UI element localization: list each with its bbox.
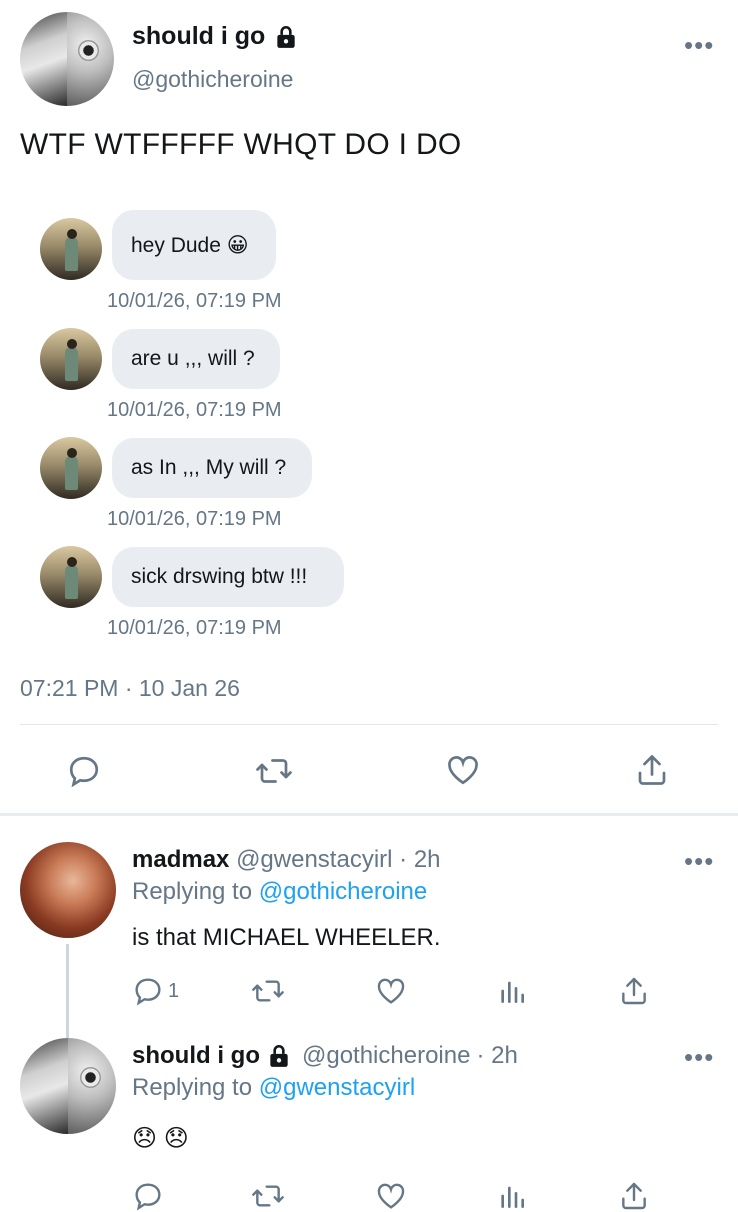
like-icon[interactable] xyxy=(374,975,408,1007)
reply-icon[interactable] xyxy=(66,753,102,789)
replying-to: Replying to @gothicheroine xyxy=(132,878,427,906)
like-icon[interactable] xyxy=(374,1180,408,1212)
reply-text: is that MICHAEL WHEELER. xyxy=(132,924,441,951)
replying-to-link[interactable]: @gothicheroine xyxy=(259,878,427,905)
reply-count: 1 xyxy=(168,979,180,1002)
analytics-icon[interactable] xyxy=(496,975,528,1007)
lock-icon xyxy=(273,24,299,50)
reply-display-name[interactable]: madmax xyxy=(132,846,229,873)
tweet-text: WTF WTFFFFF WHQT DO I DO xyxy=(20,128,462,161)
dm-timestamp: 10/01/26, 07:19 PM xyxy=(107,399,282,421)
dm-timestamp: 10/01/26, 07:19 PM xyxy=(107,617,282,639)
replying-to-prefix: Replying to xyxy=(132,878,253,905)
thread-line xyxy=(66,944,69,1039)
tweet-timestamp[interactable]: 07:21 PM · 10 Jan 26 xyxy=(20,675,240,702)
lock-icon xyxy=(266,1043,292,1069)
reply-header: madmax @gwenstacyirl · 2h xyxy=(132,846,441,874)
retweet-icon[interactable] xyxy=(250,975,286,1007)
reply-age: · 2h xyxy=(399,846,441,873)
dm-message: hey Dude 😀 xyxy=(112,210,276,280)
reply-avatar[interactable] xyxy=(20,1038,116,1134)
reply-handle[interactable]: @gwenstacyirl xyxy=(236,846,392,873)
more-icon[interactable]: ••• xyxy=(684,846,714,877)
section-separator xyxy=(0,813,738,816)
dm-timestamp: 10/01/26, 07:19 PM xyxy=(107,508,282,530)
reply-handle[interactable]: @gothicheroine xyxy=(302,1042,470,1070)
reply-display-name[interactable]: should i go xyxy=(132,1042,260,1070)
replying-to: Replying to @gwenstacyirl xyxy=(132,1074,415,1102)
dm-message-text: are u ,,, will ? xyxy=(131,347,255,370)
author-handle[interactable]: @gothicheroine xyxy=(132,66,293,93)
more-icon[interactable]: ••• xyxy=(684,30,714,61)
like-icon[interactable] xyxy=(444,752,482,788)
reply-header: should i go @gothicheroine · 2h xyxy=(132,1042,518,1070)
dm-avatar xyxy=(40,328,102,390)
dm-avatar xyxy=(40,437,102,499)
dm-message: as In ,,, My will ? xyxy=(112,438,312,498)
analytics-icon[interactable] xyxy=(496,1180,528,1212)
dm-message-text: as In ,,, My will ? xyxy=(131,456,287,479)
author-display-name: should i go xyxy=(132,22,266,50)
divider xyxy=(20,724,718,725)
reply-age: · 2h xyxy=(476,1042,518,1069)
dm-avatar xyxy=(40,546,102,608)
replying-to-prefix: Replying to xyxy=(132,1074,253,1101)
share-icon[interactable] xyxy=(634,752,670,788)
reply-icon xyxy=(132,975,164,1007)
dm-message: are u ,,, will ? xyxy=(112,329,280,389)
author-avatar[interactable] xyxy=(20,12,114,106)
dm-avatar xyxy=(40,218,102,280)
replying-to-link[interactable]: @gwenstacyirl xyxy=(259,1074,415,1101)
reply-icon[interactable] xyxy=(132,1180,164,1212)
more-icon[interactable]: ••• xyxy=(684,1042,714,1073)
share-icon[interactable] xyxy=(618,1180,650,1212)
reply-text: 😞 😞 xyxy=(132,1125,189,1152)
retweet-icon[interactable] xyxy=(254,753,294,789)
share-icon[interactable] xyxy=(618,975,650,1007)
reply-avatar[interactable] xyxy=(20,842,116,938)
dm-timestamp: 10/01/26, 07:19 PM xyxy=(107,290,282,312)
dm-message: sick drswing btw !!! xyxy=(112,547,344,607)
reply-button[interactable]: 1 xyxy=(132,975,179,1007)
dm-message-text: hey Dude 😀 xyxy=(131,233,249,257)
dm-message-text: sick drswing btw !!! xyxy=(131,565,308,588)
author-name-row[interactable]: should i go xyxy=(132,22,299,51)
retweet-icon[interactable] xyxy=(250,1180,286,1212)
